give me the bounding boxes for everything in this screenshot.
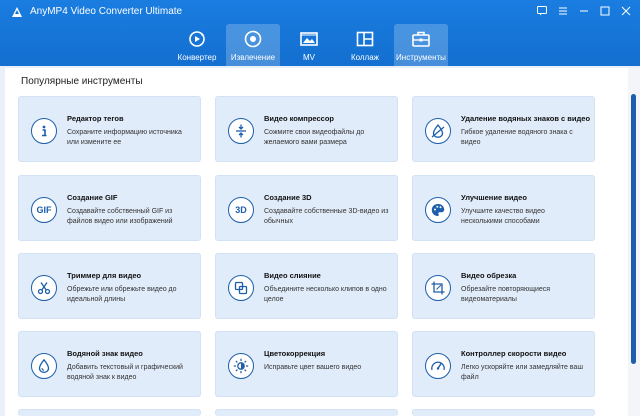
watermark-drop-icon [31,353,57,379]
main-tabs: Конвертер Извлечение MV Коллаж Инструмен… [170,24,448,66]
close-button[interactable] [617,3,634,18]
tool-description: Сохраните информацию источника или измен… [67,129,182,146]
tool-title: Контроллер скорости видео [461,349,567,358]
tool-title: Цветокоррекция [264,349,326,358]
maximize-button[interactable] [596,3,613,18]
menu-button[interactable] [554,3,571,18]
tool-description: Гибкое удаление водяного знака с видео [461,129,573,146]
tool-title: Видео слияние [264,271,321,280]
3d-icon: 3D [228,197,254,223]
title-bar: AnyMP4 Video Converter Ultimate Конверте… [0,0,640,66]
tool-card-watermark-remover[interactable]: Удаление водяных знаков с видео Гибкое у… [412,96,595,162]
info-icon [31,118,57,144]
section-title: Популярные инструменты [21,76,143,87]
tool-title: Триммер для видео [67,271,142,280]
chat-icon [536,5,547,15]
menu-icon [558,7,567,14]
scrollbar-thumb[interactable] [631,94,636,364]
tool-title: Создание GIF [67,193,118,202]
tool-card-video-merger[interactable]: Видео слияние Объедините несколько клипо… [215,253,398,319]
collage-icon [356,31,374,47]
sun-icon [228,353,254,379]
speedometer-icon [425,353,451,379]
tool-card-speed-controller[interactable]: Контроллер скорости видео Легко ускоряйт… [412,331,595,397]
scissors-icon [31,275,57,301]
tool-title: Видео компрессор [264,114,334,123]
feedback-button[interactable] [533,3,550,18]
mv-icon [300,32,318,46]
tool-description: Обрежьте или обрежьте видео до идеальной… [67,286,177,303]
tool-card-partial[interactable] [412,409,595,416]
merge-icon [228,275,254,301]
tool-title: Удаление водяных знаков с видео [461,114,591,123]
converter-icon [189,31,205,47]
palette-icon [425,197,451,223]
tool-card-video-watermark[interactable]: Водяной знак видео Добавить текстовый и … [18,331,201,397]
minimize-icon [579,10,588,11]
crop-icon [425,275,451,301]
tool-card-gif-maker[interactable]: GIF Создание GIF Создавайте собственный … [18,175,201,241]
tool-card-3d-maker[interactable]: 3D Создание 3D Создавайте собственные 3D… [215,175,398,241]
toolbox-icon [412,31,430,47]
tool-description: Обрезайте повторяющиеся видеоматериалы [461,286,551,303]
vertical-scrollbar[interactable] [628,68,640,416]
watermark-remove-icon [425,118,451,144]
gif-icon: GIF [31,197,57,223]
tool-title: Водяной знак видео [67,349,143,358]
tool-description: Улучшите качество видео несколькими спос… [461,208,545,225]
tool-description: Добавить текстовый и графический водяной… [67,364,183,381]
app-logo-icon [12,7,22,17]
tool-title: Создание 3D [264,193,312,202]
tool-description: Легко ускоряйте или замедляйте ваш файл [461,364,583,381]
compress-icon [228,118,254,144]
tool-description: Исправьте цвет вашего видео [264,364,362,371]
tool-card-partial[interactable] [18,409,201,416]
tool-card-video-compressor[interactable]: Видео компрессор Сожмите свои видеофайлы… [215,96,398,162]
tab-collage[interactable]: Коллаж [338,24,392,66]
toolbox-panel: Популярные инструменты Редактор тегов Со… [5,68,628,416]
minimize-button[interactable] [575,3,592,18]
tab-toolbox[interactable]: Инструменты [394,24,448,66]
tool-card-tag-editor[interactable]: Редактор тегов Сохраните информацию исто… [18,96,201,162]
tool-card-color-correction[interactable]: Цветокоррекция Исправьте цвет вашего вид… [215,331,398,397]
tool-card-video-enhancer[interactable]: Улучшение видео Улучшите качество видео … [412,175,595,241]
tool-title: Редактор тегов [67,114,124,123]
tool-description: Сожмите свои видеофайлы до желаемого вам… [264,129,365,146]
maximize-icon [600,6,609,15]
tool-description: Объедините несколько клипов в одно целое [264,286,387,303]
close-icon [621,6,630,15]
window-controls [533,3,634,18]
tab-ripper[interactable]: Извлечение [226,24,280,66]
app-title: AnyMP4 Video Converter Ultimate [30,6,183,17]
tab-mv[interactable]: MV [282,24,336,66]
tool-card-partial[interactable] [215,409,398,416]
ripper-icon [244,30,262,48]
tool-card-video-trimmer[interactable]: Триммер для видео Обрежьте или обрежьте … [18,253,201,319]
tool-description: Создавайте собственный GIF из файлов вид… [67,208,173,225]
tool-description: Создавайте собственные 3D-видео из обычн… [264,208,389,225]
tool-title: Видео обрезка [461,271,517,280]
tool-title: Улучшение видео [461,193,527,202]
tool-card-video-cropper[interactable]: Видео обрезка Обрезайте повторяющиеся ви… [412,253,595,319]
tab-converter[interactable]: Конвертер [170,24,224,66]
